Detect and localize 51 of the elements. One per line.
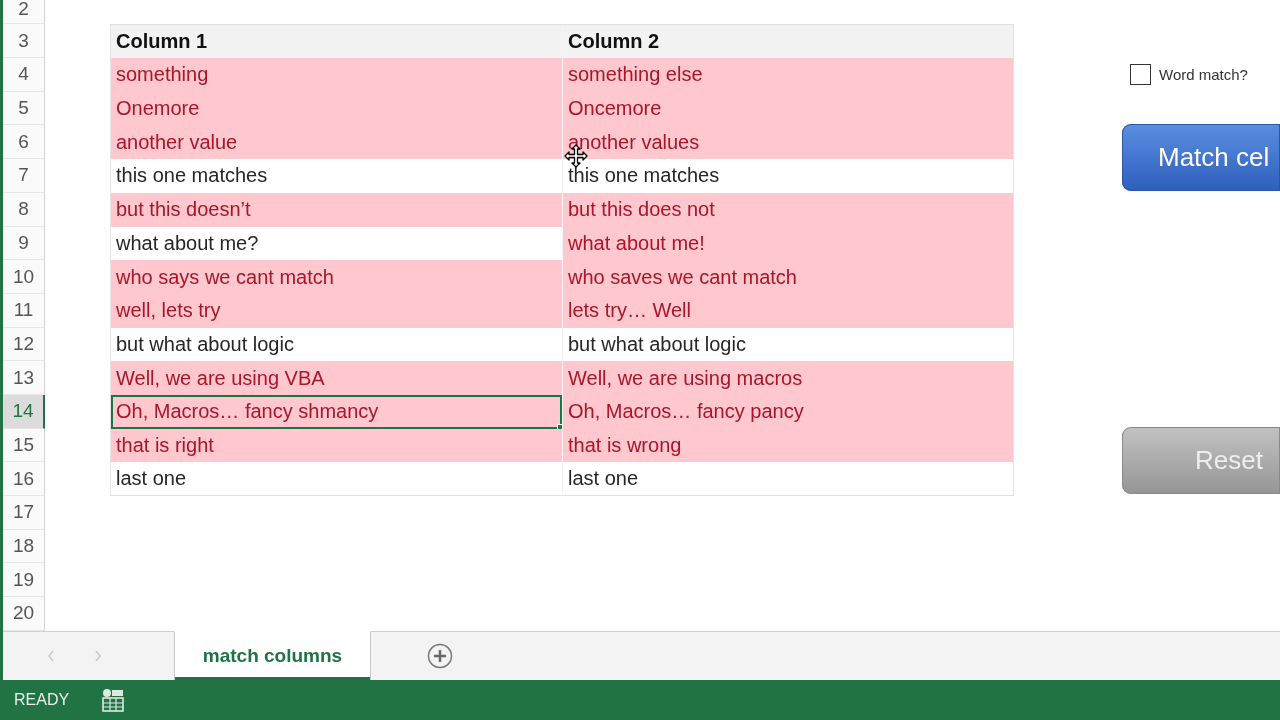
row-number[interactable]: 11 <box>3 293 45 328</box>
sheet-tab[interactable]: match columns <box>174 631 371 680</box>
row-number[interactable]: 18 <box>3 529 45 564</box>
table-cell[interactable]: who says we cant match <box>110 260 562 294</box>
row-number[interactable]: 4 <box>3 58 45 92</box>
row-number[interactable]: 9 <box>3 226 45 261</box>
table-cell[interactable]: but what about logic <box>562 327 1014 362</box>
table-cell[interactable]: lets try… Well <box>562 293 1014 328</box>
table-cell[interactable]: well, lets try <box>110 293 562 328</box>
table-cell[interactable]: who saves we cant match <box>562 260 1014 294</box>
status-text: READY <box>14 691 70 709</box>
row-number[interactable]: 3 <box>3 24 45 59</box>
table-cell[interactable]: Onemore <box>110 91 562 126</box>
table-cell[interactable]: something <box>110 58 562 92</box>
table-cell[interactable]: last one <box>562 462 1014 496</box>
table-cell[interactable]: this one matches <box>562 159 1014 193</box>
row-number[interactable]: 10 <box>3 260 45 294</box>
column-header-cell[interactable]: Column 1 <box>110 24 562 59</box>
table-cell[interactable]: Oncemore <box>562 91 1014 126</box>
table-cell[interactable]: Oh, Macros… fancy pancy <box>562 394 1014 429</box>
row-number[interactable]: 2 <box>3 0 45 25</box>
add-sheet-icon[interactable] <box>427 643 453 669</box>
row-number[interactable]: 16 <box>3 462 45 496</box>
row-number[interactable]: 17 <box>3 496 45 530</box>
table-cell[interactable]: but this does not <box>562 192 1014 227</box>
row-number[interactable]: 19 <box>3 563 45 598</box>
sheet-grid-icon[interactable] <box>102 688 125 712</box>
table-cell[interactable]: that is wrong <box>562 428 1014 463</box>
row-number[interactable]: 13 <box>3 361 45 395</box>
row-number[interactable]: 12 <box>3 327 45 362</box>
table-cell[interactable]: Oh, Macros… fancy shmancy <box>110 394 562 429</box>
column-header-cell[interactable]: Column 2 <box>562 24 1014 59</box>
row-number[interactable]: 15 <box>3 428 45 463</box>
table-cell[interactable]: Well, we are using macros <box>562 361 1014 395</box>
table-cell[interactable]: what about me! <box>562 226 1014 261</box>
table-cell[interactable]: another values <box>562 125 1014 160</box>
row-number[interactable]: 6 <box>3 125 45 160</box>
table-cell[interactable]: but this doesn’t <box>110 192 562 227</box>
row-number[interactable]: 5 <box>3 91 45 126</box>
table-cell[interactable]: something else <box>562 58 1014 92</box>
row-number[interactable]: 14 <box>3 394 45 429</box>
row-number[interactable]: 8 <box>3 192 45 227</box>
row-number[interactable]: 20 <box>3 597 45 631</box>
macro-button[interactable]: Match cel <box>1122 124 1280 191</box>
checkbox[interactable] <box>1130 63 1151 85</box>
table-cell[interactable]: last one <box>110 462 562 496</box>
table-cell[interactable]: Well, we are using VBA <box>110 361 562 395</box>
checkbox-label: Word match? <box>1159 65 1248 83</box>
table-cell[interactable]: that is right <box>110 428 562 463</box>
table-cell[interactable]: another value <box>110 125 562 160</box>
row-number[interactable]: 7 <box>3 159 45 193</box>
